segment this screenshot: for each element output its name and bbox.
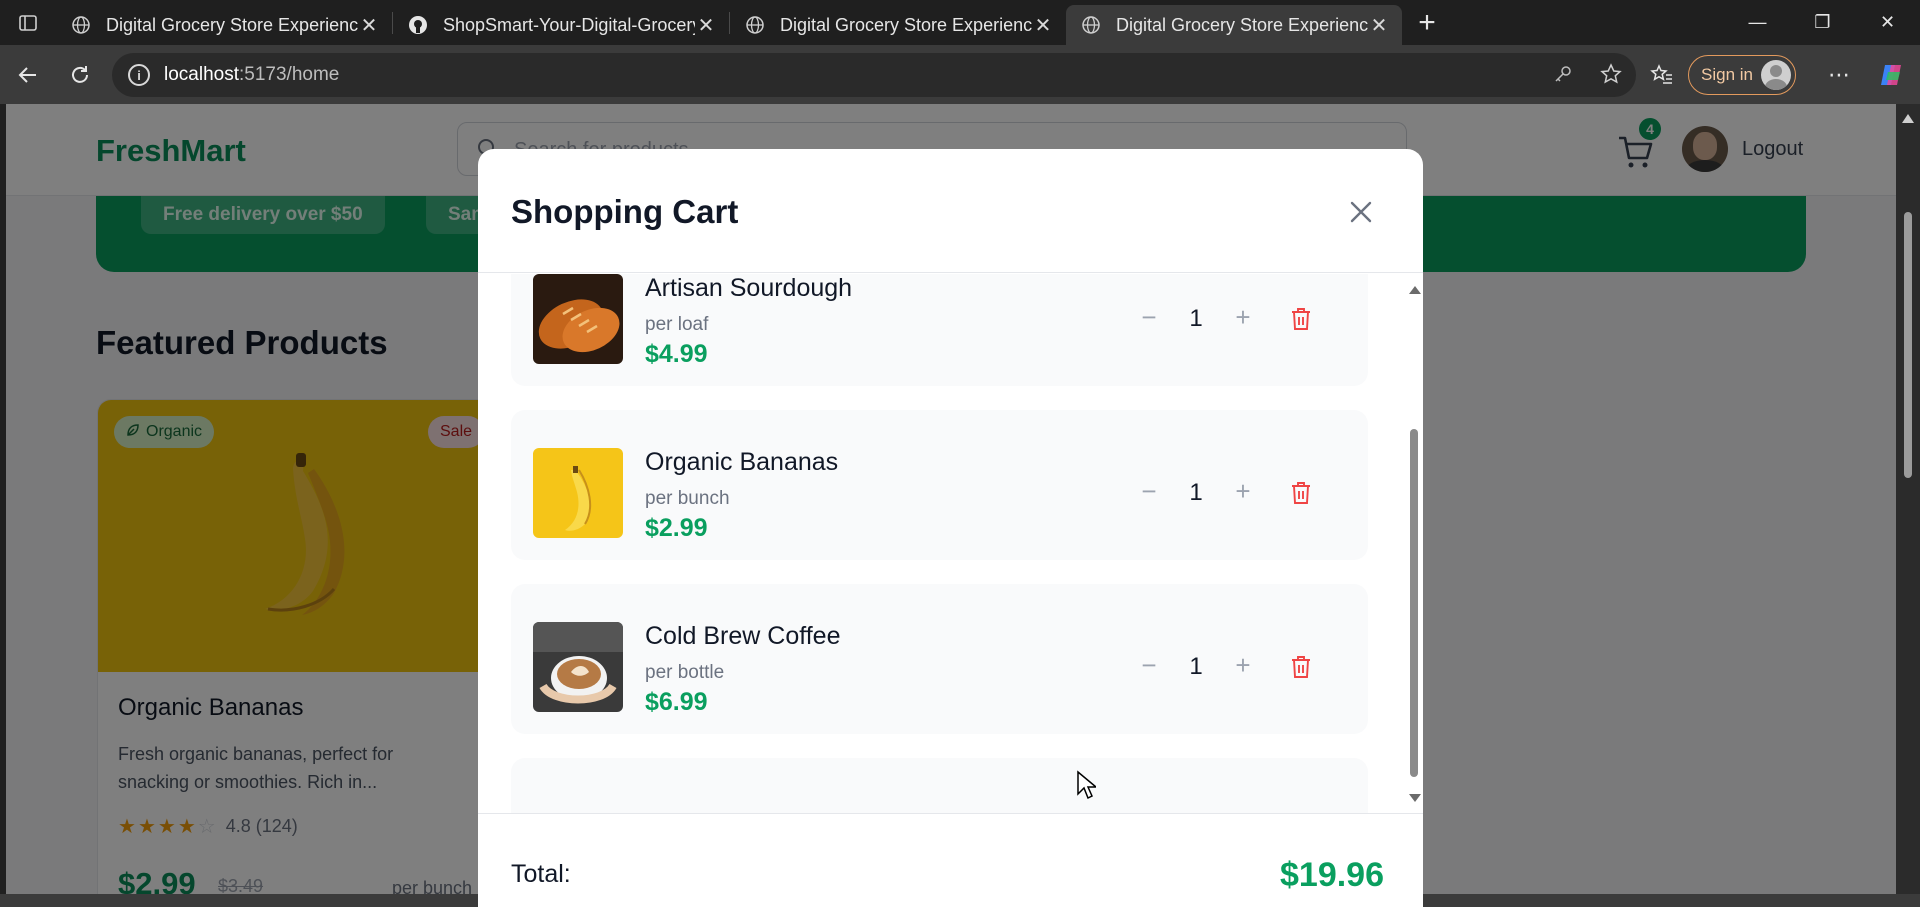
cart-footer: Total: $19.96 [478, 813, 1423, 907]
item-price: $4.99 [645, 340, 708, 368]
shopping-cart-modal: Shopping Cart Artisan Sourdough per loaf… [478, 149, 1423, 907]
tab-title: Digital Grocery Store Experience [1116, 14, 1368, 35]
globe-icon [70, 14, 92, 36]
increase-quantity-button[interactable]: + [1231, 652, 1255, 678]
key-icon[interactable] [1552, 63, 1574, 91]
browser-tab-bar: Digital Grocery Store Experience ✕ ShopS… [0, 0, 1920, 45]
tab-title: Digital Grocery Store Experience [106, 14, 358, 35]
browser-tab-3[interactable]: Digital Grocery Store Experience ✕ [730, 5, 1066, 45]
profile-avatar-icon [1761, 59, 1791, 90]
minimize-icon[interactable]: — [1725, 0, 1790, 45]
close-tab-icon[interactable]: ✕ [695, 13, 717, 38]
sourdough-image [533, 274, 623, 364]
browser-tab-2[interactable]: ShopSmart-Your-Digital-Grocery- ✕ [393, 5, 729, 45]
site-info-icon[interactable]: i [128, 64, 150, 86]
item-quantity: 1 [1189, 653, 1203, 680]
modal-title: Shopping Cart [511, 193, 739, 230]
item-unit: per bunch [645, 488, 730, 509]
close-tab-icon[interactable]: ✕ [1032, 13, 1054, 38]
item-name: Cold Brew Coffee [645, 622, 841, 650]
window-controls: — ❐ ✕ [1725, 0, 1920, 45]
cart-item: Cold Brew Coffee per bottle $6.99 − 1 + [511, 584, 1368, 734]
new-tab-button[interactable]: + [1402, 6, 1452, 40]
more-menu-icon[interactable]: ⋯ [1814, 62, 1864, 88]
copilot-icon[interactable] [1864, 60, 1920, 90]
increase-quantity-button[interactable]: + [1231, 304, 1255, 330]
globe-icon [744, 14, 766, 36]
item-quantity: 1 [1189, 305, 1203, 332]
total-label: Total: [511, 860, 571, 888]
url-path: :5173/home [239, 64, 340, 85]
url-host: localhost [164, 64, 239, 85]
close-window-icon[interactable]: ✕ [1855, 0, 1920, 45]
mouse-cursor-icon [1077, 770, 1096, 800]
scroll-up-arrow[interactable] [1409, 286, 1421, 294]
decrease-quantity-button[interactable]: − [1137, 478, 1161, 504]
decrease-quantity-button[interactable]: − [1137, 652, 1161, 678]
scroll-down-arrow[interactable] [1409, 794, 1421, 802]
favorite-star-icon[interactable] [1600, 63, 1622, 91]
cart-item [511, 758, 1368, 813]
address-bar[interactable]: i localhost:5173/home [112, 53, 1636, 97]
browser-tab-4-active[interactable]: Digital Grocery Store Experience ✕ [1066, 5, 1402, 45]
increase-quantity-button[interactable]: + [1231, 478, 1255, 504]
cart-item: Artisan Sourdough per loaf $4.99 − 1 + [511, 274, 1368, 386]
sign-in-label: Sign in [1701, 64, 1753, 84]
total-value: $19.96 [1280, 856, 1384, 894]
tab-title: Digital Grocery Store Experience [780, 14, 1032, 35]
browser-tab-1[interactable]: Digital Grocery Store Experience ✕ [56, 5, 392, 45]
item-quantity: 1 [1189, 479, 1203, 506]
page-scrollbar-thumb[interactable] [1904, 212, 1912, 478]
modal-header: Shopping Cart [478, 149, 1423, 273]
tab-title: ShopSmart-Your-Digital-Grocery- [443, 14, 695, 35]
close-icon[interactable] [1344, 195, 1378, 229]
tab-actions-icon[interactable] [0, 0, 56, 45]
item-price: $2.99 [645, 514, 708, 542]
item-name: Artisan Sourdough [645, 274, 853, 302]
page-scrollbar[interactable] [1896, 104, 1920, 894]
toolbar-right: Sign in ⋯ [1636, 45, 1920, 104]
item-unit: per bottle [645, 662, 725, 683]
trash-icon[interactable] [1289, 480, 1313, 506]
close-tab-icon[interactable]: ✕ [358, 13, 380, 38]
back-icon[interactable] [2, 49, 54, 101]
refresh-icon[interactable] [54, 49, 106, 101]
github-icon [407, 14, 429, 36]
item-name: Organic Bananas [645, 448, 839, 476]
trash-icon[interactable] [1289, 306, 1313, 332]
coffee-image [533, 622, 623, 712]
item-price: $6.99 [645, 688, 708, 716]
cart-item: Organic Bananas per bunch $2.99 − 1 + [511, 410, 1368, 560]
cart-scrollbar-thumb[interactable] [1410, 429, 1418, 777]
item-unit: per loaf [645, 314, 709, 335]
restore-icon[interactable]: ❐ [1790, 0, 1855, 45]
sign-in-button[interactable]: Sign in [1688, 54, 1796, 95]
omnibox-actions [1552, 63, 1622, 91]
decrease-quantity-button[interactable]: − [1137, 304, 1161, 330]
scroll-up-arrow[interactable] [1902, 114, 1914, 123]
favorites-icon[interactable] [1636, 63, 1688, 87]
globe-icon [1080, 14, 1102, 36]
trash-icon[interactable] [1289, 654, 1313, 680]
banana-thumbnail [533, 448, 623, 538]
close-tab-icon[interactable]: ✕ [1368, 13, 1390, 38]
cart-items-list: Artisan Sourdough per loaf $4.99 − 1 + O… [478, 274, 1423, 813]
browser-toolbar: i localhost:5173/home Sign in ⋯ [0, 45, 1920, 104]
